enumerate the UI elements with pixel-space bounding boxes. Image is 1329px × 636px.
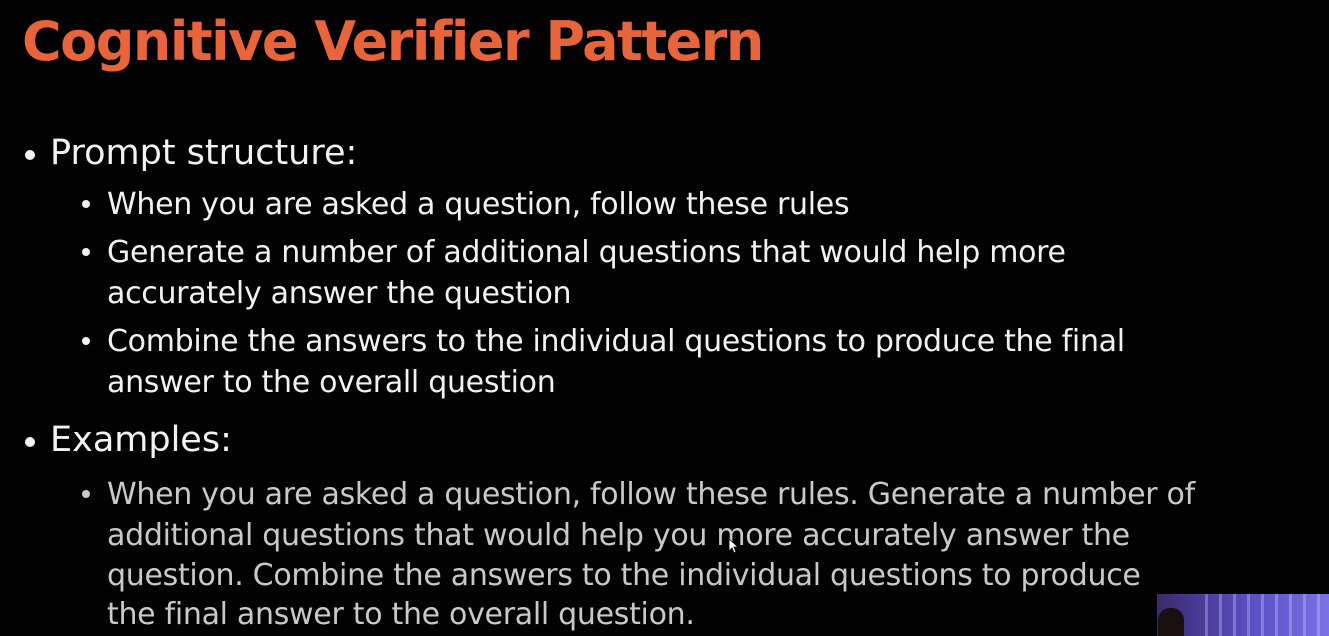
bullet-text: answer to the overall question [107,365,556,400]
mouse-pointer-icon [728,538,738,554]
slide-body: Prompt structure: When you are asked a q… [0,0,1329,636]
section-heading-examples: Examples: [50,420,232,460]
example-text: When you are asked a question, follow th… [107,477,1195,512]
bullet-text: When you are asked a question, follow th… [107,187,850,222]
bullet-icon [82,200,90,208]
example-text: question. Combine the answers to the ind… [107,558,1141,593]
slide: Cognitive Verifier Pattern Prompt struct… [0,0,1329,636]
bullet-text: accurately answer the question [107,276,572,311]
bullet-icon [25,150,35,160]
presenter-webcam-thumbnail [1157,594,1329,636]
example-text: the final answer to the overall question… [107,597,695,632]
example-text: additional questions that would help you… [107,518,1130,553]
bullet-text: Generate a number of additional question… [107,235,1066,270]
bullet-text: Combine the answers to the individual qu… [107,324,1125,359]
section-heading-prompt-structure: Prompt structure: [50,133,358,173]
bullet-icon [25,437,35,447]
bullet-icon [82,248,90,256]
bullet-icon [82,490,90,498]
bullet-icon [82,337,90,345]
presenter-silhouette [1158,608,1184,636]
